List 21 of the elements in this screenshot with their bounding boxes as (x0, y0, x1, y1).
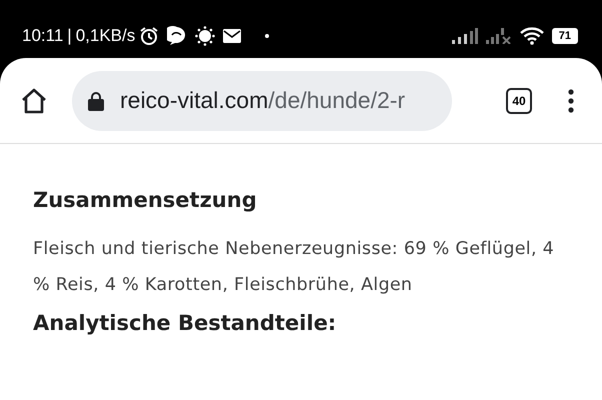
chat-icon (167, 26, 188, 46)
url-text[interactable]: reico-vital.com/de/hunde/2-r (120, 83, 406, 118)
clock: 10:11 (22, 25, 64, 48)
paragraph: Fleisch und tierische Nebenerzeugnisse: 69 % Geflügel, 4 % Reis, 4 % Karotten, Fleischbrühe, Algen (33, 238, 556, 298)
lock-icon (88, 90, 104, 110)
home-icon[interactable] (20, 86, 48, 114)
wifi-icon (520, 27, 544, 45)
dot-icon (265, 34, 270, 38)
no-signal-icon (486, 28, 512, 44)
section-heading: Zusammensetzung (33, 188, 258, 214)
battery-icon: 71 (552, 28, 578, 44)
tab-count-button[interactable]: 40 (506, 88, 532, 114)
section-heading: Analytische Bestandteile: (33, 311, 338, 336)
network-speed: 0,1KB/s (76, 25, 136, 48)
brightness-icon (195, 26, 216, 46)
alarm-icon (139, 26, 160, 46)
menu-icon[interactable] (568, 88, 574, 112)
signal-icon (452, 28, 478, 44)
address-bar[interactable]: reico-vital.com/de/hunde/2-r (72, 70, 452, 130)
separator: | (67, 25, 72, 48)
mail-icon (223, 29, 242, 43)
